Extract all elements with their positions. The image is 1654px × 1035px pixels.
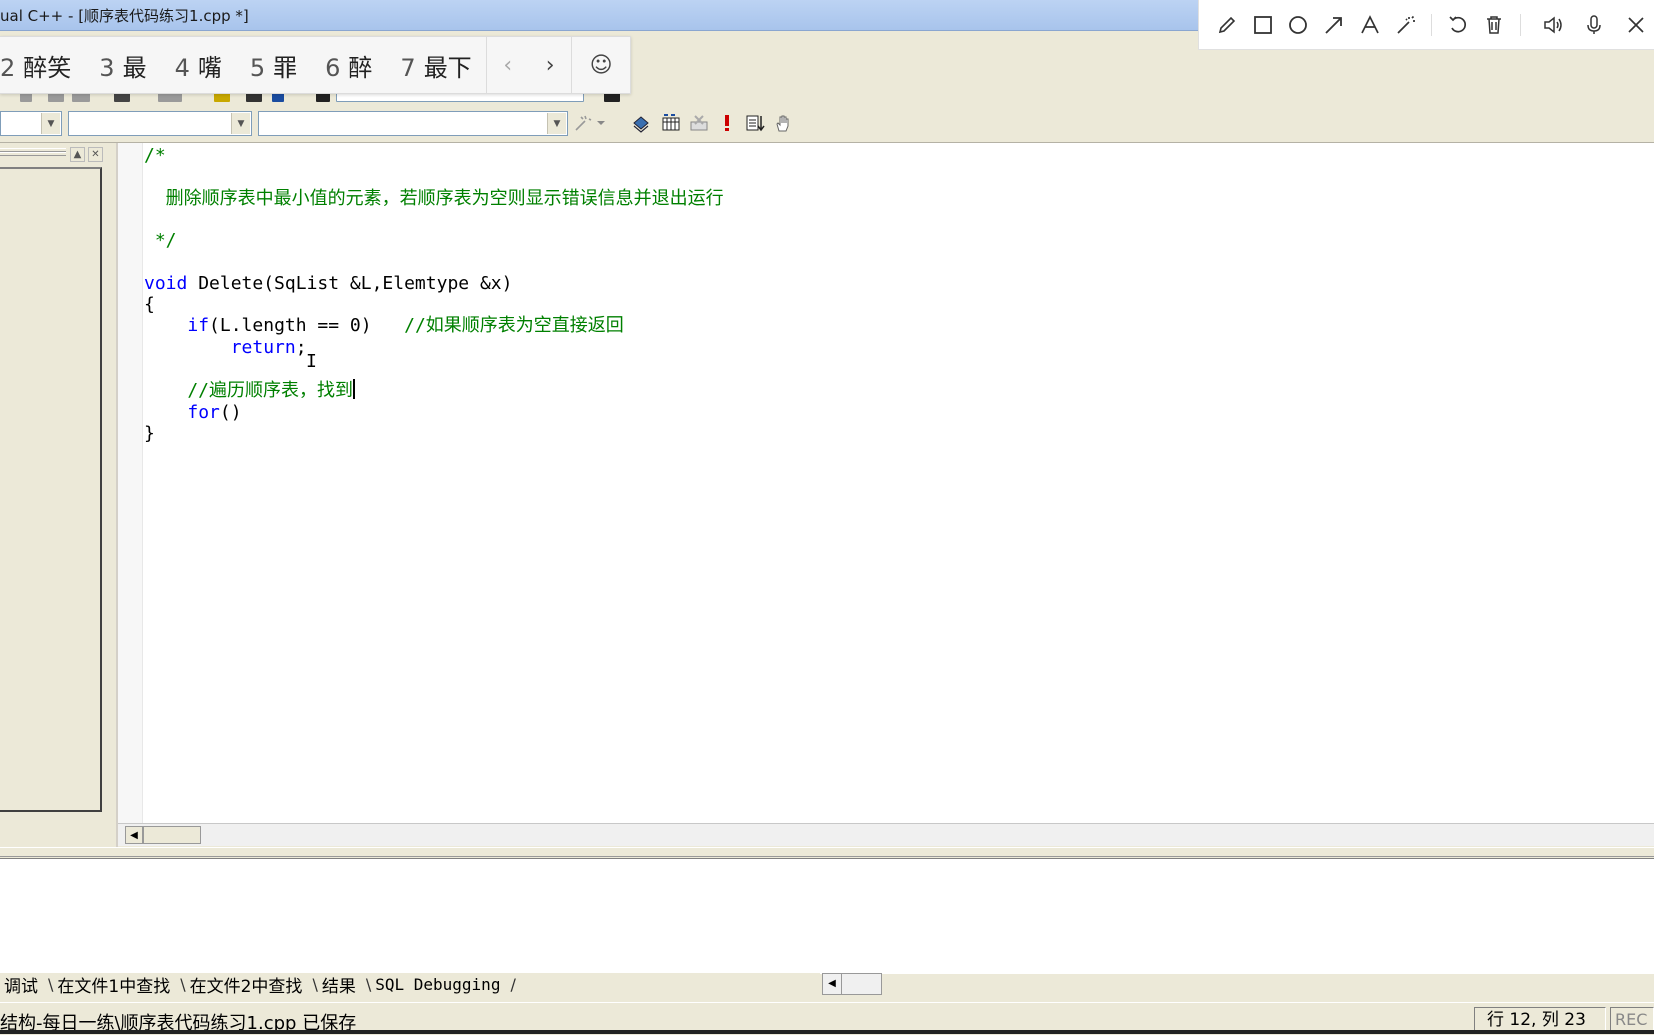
scroll-left-icon[interactable]: ◀	[125, 826, 143, 844]
code-line: for()	[187, 401, 242, 423]
stop-build-icon[interactable]	[688, 112, 710, 134]
output-tabs: 调试 \ 在文件1中查找 \ 在文件2中查找 \ 结果 \ SQL Debugg…	[0, 972, 820, 997]
editor-horizontal-scrollbar[interactable]: ◀	[118, 823, 1654, 846]
candidate-text: 醉笑	[23, 53, 72, 82]
build-icon[interactable]	[660, 112, 682, 134]
chevron-left-icon[interactable]: ‹	[487, 37, 529, 93]
code-text[interactable]: /* 删除顺序表中最小值的元素，若顺序表为空则显示错误信息并退出运行 */ vo…	[144, 145, 724, 444]
filter-combo[interactable]: ▼	[68, 111, 252, 136]
candidate-number: 6	[325, 53, 341, 82]
microphone-icon[interactable]	[1577, 7, 1613, 43]
ime-candidate[interactable]: 7 最下	[400, 48, 485, 83]
screen-edge	[0, 1030, 1654, 1034]
text-icon[interactable]	[1352, 7, 1388, 43]
candidate-text: 最下	[423, 53, 472, 82]
class-combo[interactable]: ▼	[0, 111, 62, 136]
cursor-position: 行 12, 列 23	[1474, 1007, 1606, 1031]
ime-candidate[interactable]: 5罪	[250, 48, 311, 83]
chevron-down-icon[interactable]: ▼	[231, 113, 250, 134]
pane-grip[interactable]	[0, 152, 66, 156]
chevron-down-icon[interactable]	[594, 112, 608, 134]
tab-find-in-files-1[interactable]: 在文件1中查找	[53, 972, 180, 997]
candidate-text: 罪	[273, 53, 298, 82]
hand-icon[interactable]	[772, 112, 794, 134]
workspace-pane: ▲ ✕	[0, 143, 118, 851]
toolbar-divider	[1519, 13, 1521, 36]
candidate-text: 醉	[348, 53, 373, 82]
code-line: //遍历顺序表，找到	[144, 380, 354, 402]
candidate-number: 2	[0, 53, 16, 82]
candidate-number: 4	[174, 53, 190, 82]
code-line: {	[144, 294, 155, 316]
candidate-number: 7	[400, 53, 416, 82]
speaker-icon[interactable]	[1535, 7, 1571, 43]
chevron-down-icon[interactable]: ▼	[547, 113, 566, 134]
candidate-number: 5	[249, 53, 266, 82]
maximize-pane-icon[interactable]: ▲	[70, 147, 85, 162]
pencil-icon[interactable]	[1209, 7, 1245, 43]
compile-icon[interactable]	[630, 112, 652, 134]
code-editor[interactable]: /* 删除顺序表中最小值的元素，若顺序表为空则显示错误信息并退出运行 */ vo…	[118, 143, 1654, 823]
arrow-icon[interactable]	[1316, 7, 1352, 43]
undo-icon[interactable]	[1440, 7, 1476, 43]
close-pane-icon[interactable]: ✕	[88, 147, 103, 162]
tabs-scrollbar[interactable]: ◀	[822, 973, 882, 995]
chevron-down-icon[interactable]: ▼	[41, 113, 60, 134]
candidate-text: 嘴	[197, 53, 222, 82]
editor-gutter	[118, 143, 143, 823]
magic-wand-icon[interactable]	[1388, 7, 1424, 43]
code-line: }	[144, 422, 155, 444]
annotation-toolbar	[1198, 0, 1654, 50]
ime-candidate[interactable]: 6醉	[325, 48, 386, 83]
code-line: if(L.length == 0) //如果顺序表为空直接返回	[187, 315, 624, 337]
text-caret	[353, 379, 356, 400]
ibeam-cursor-icon: I	[306, 351, 317, 372]
members-combo[interactable]: ▼	[258, 111, 568, 136]
go-icon[interactable]	[744, 112, 766, 134]
trash-icon[interactable]	[1476, 7, 1512, 43]
circle-icon[interactable]	[1280, 7, 1316, 43]
rec-indicator: REC	[1610, 1007, 1654, 1031]
ime-candidate[interactable]: 2 醉笑	[0, 48, 85, 83]
tab-separator: /	[510, 974, 516, 994]
toolbar-divider	[1431, 13, 1433, 36]
window-title: ual C++ - [顺序表代码练习1.cpp *]	[0, 7, 249, 25]
execute-icon[interactable]	[716, 112, 738, 134]
scroll-thumb[interactable]	[143, 826, 201, 844]
close-icon[interactable]	[1618, 7, 1654, 43]
candidate-text: 最	[122, 53, 147, 82]
code-line: return;	[230, 336, 307, 358]
ime-candidate[interactable]: 3最	[99, 48, 160, 83]
scroll-left-icon[interactable]: ◀	[823, 974, 842, 994]
tab-results[interactable]: 结果	[318, 972, 366, 997]
ime-candidate[interactable]: 4嘴	[175, 48, 236, 83]
tab-find-in-files-2[interactable]: 在文件2中查找	[186, 972, 313, 997]
code-line: void Delete(SqList &L,Elemtype &x)	[144, 272, 513, 294]
candidate-number: 3	[99, 53, 115, 82]
tab-sql-debugging[interactable]: SQL Debugging	[371, 975, 510, 994]
code-line: */	[144, 230, 177, 252]
chevron-right-icon[interactable]: ›	[529, 37, 571, 93]
tab-debug[interactable]: 调试	[0, 972, 48, 997]
code-line: /*	[144, 145, 166, 166]
output-pane[interactable]	[0, 858, 1654, 974]
pane-splitter[interactable]	[0, 847, 1654, 857]
workspace-view[interactable]	[0, 167, 102, 812]
wizard-action-icon[interactable]	[572, 112, 594, 134]
ime-candidate-bar: 2 醉笑 3最 4嘴 5罪 6醉 7 最下 ‹ › ☺	[0, 36, 631, 94]
code-line: 删除顺序表中最小值的元素，若顺序表为空则显示错误信息并退出运行	[144, 187, 724, 209]
emoji-icon[interactable]: ☺	[572, 37, 630, 93]
rectangle-icon[interactable]	[1245, 7, 1281, 43]
